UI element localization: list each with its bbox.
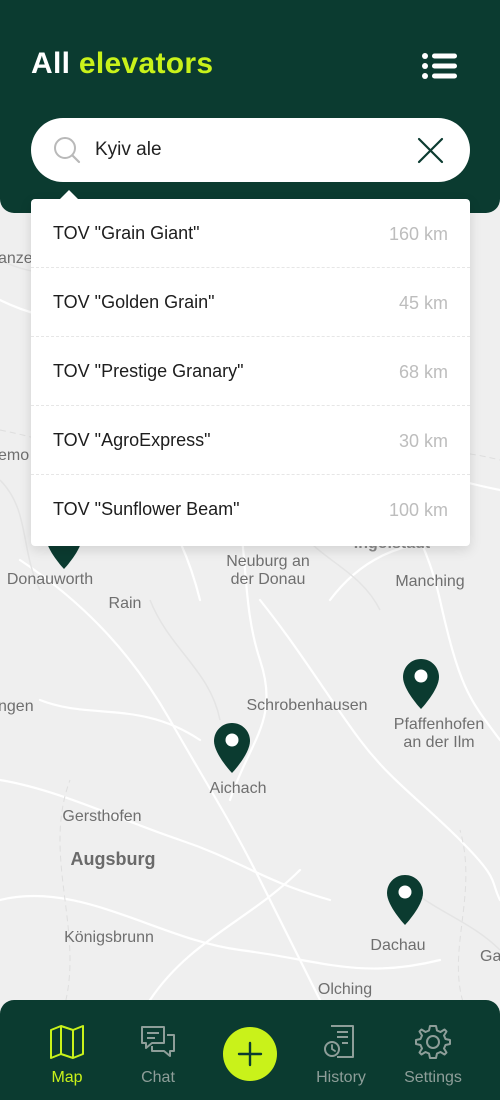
suggestion-item[interactable]: TOV "Grain Giant" 160 km <box>31 199 470 268</box>
nav-map[interactable]: Map <box>22 1000 112 1100</box>
suggestion-name: TOV "Prestige Granary" <box>53 361 244 381</box>
place-label: Ga <box>480 948 500 965</box>
search-input[interactable] <box>95 134 395 166</box>
map-icon <box>50 1025 84 1059</box>
nav-label: Chat <box>141 1069 175 1086</box>
plus-icon <box>237 1041 263 1067</box>
suggestion-item[interactable]: TOV "Prestige Granary" 68 km <box>31 337 470 406</box>
nav-label: Settings <box>404 1069 462 1086</box>
map-pin-icon[interactable] <box>386 874 424 926</box>
suggestion-distance: 100 km <box>388 500 448 520</box>
place-label: Augsburg <box>70 849 156 869</box>
gear-icon <box>415 1025 451 1059</box>
app-header: All elevators <box>0 0 500 213</box>
search-bar <box>31 118 470 182</box>
title-part-1: All <box>31 47 71 80</box>
suggestion-name: TOV "Sunflower Beam" <box>53 499 240 519</box>
place-label: Donauworth <box>6 571 94 588</box>
search-icon <box>54 137 81 164</box>
place-label: Gersthofen <box>62 808 142 825</box>
map-pin-icon[interactable] <box>402 658 440 710</box>
place-label: emo <box>0 447 30 464</box>
suggestion-distance: 45 km <box>398 293 448 313</box>
suggestion-name: TOV "AgroExpress" <box>53 430 211 450</box>
place-label: Pfaffenhofen an der Ilm <box>393 716 485 751</box>
suggestion-item[interactable]: TOV "Golden Grain" 45 km <box>31 268 470 337</box>
place-label: Manching <box>395 573 465 590</box>
search-suggestions: TOV "Grain Giant" 160 km TOV "Golden Gra… <box>31 190 470 546</box>
nav-chat[interactable]: Chat <box>113 1000 203 1100</box>
bottom-navigation: Map Chat History Settings <box>0 1000 500 1100</box>
map-pin-icon[interactable] <box>213 722 251 774</box>
chat-icon <box>141 1026 175 1057</box>
suggestion-distance: 30 km <box>398 431 448 451</box>
place-label: Schrobenhausen <box>246 697 368 714</box>
place-label: Dachau <box>370 937 426 954</box>
place-label: Aichach <box>209 780 267 797</box>
title-part-2: elevators <box>78 47 214 80</box>
nav-label: History <box>316 1069 366 1086</box>
history-document-icon <box>324 1025 354 1058</box>
close-icon[interactable] <box>417 137 444 164</box>
place-label: Königsbrunn <box>64 929 154 946</box>
suggestion-name: TOV "Golden Grain" <box>53 292 215 312</box>
nav-history[interactable]: History <box>296 1000 386 1100</box>
list-menu-icon[interactable] <box>421 51 459 81</box>
suggestion-distance: 68 km <box>398 362 448 382</box>
nav-label: Map <box>51 1069 83 1086</box>
suggestion-item[interactable]: TOV "Sunflower Beam" 100 km <box>31 475 470 544</box>
nav-settings[interactable]: Settings <box>388 1000 478 1100</box>
suggestion-name: TOV "Grain Giant" <box>53 223 200 243</box>
page-title: All elevators <box>31 47 213 81</box>
suggestion-distance: 160 km <box>388 224 448 244</box>
add-button[interactable] <box>223 1027 277 1081</box>
place-label: Olching <box>317 981 373 998</box>
place-label: ngen <box>0 698 34 715</box>
place-label: Rain <box>108 595 142 612</box>
place-label: Neuburg an der Donau <box>226 553 310 588</box>
suggestion-item[interactable]: TOV "AgroExpress" 30 km <box>31 406 470 475</box>
